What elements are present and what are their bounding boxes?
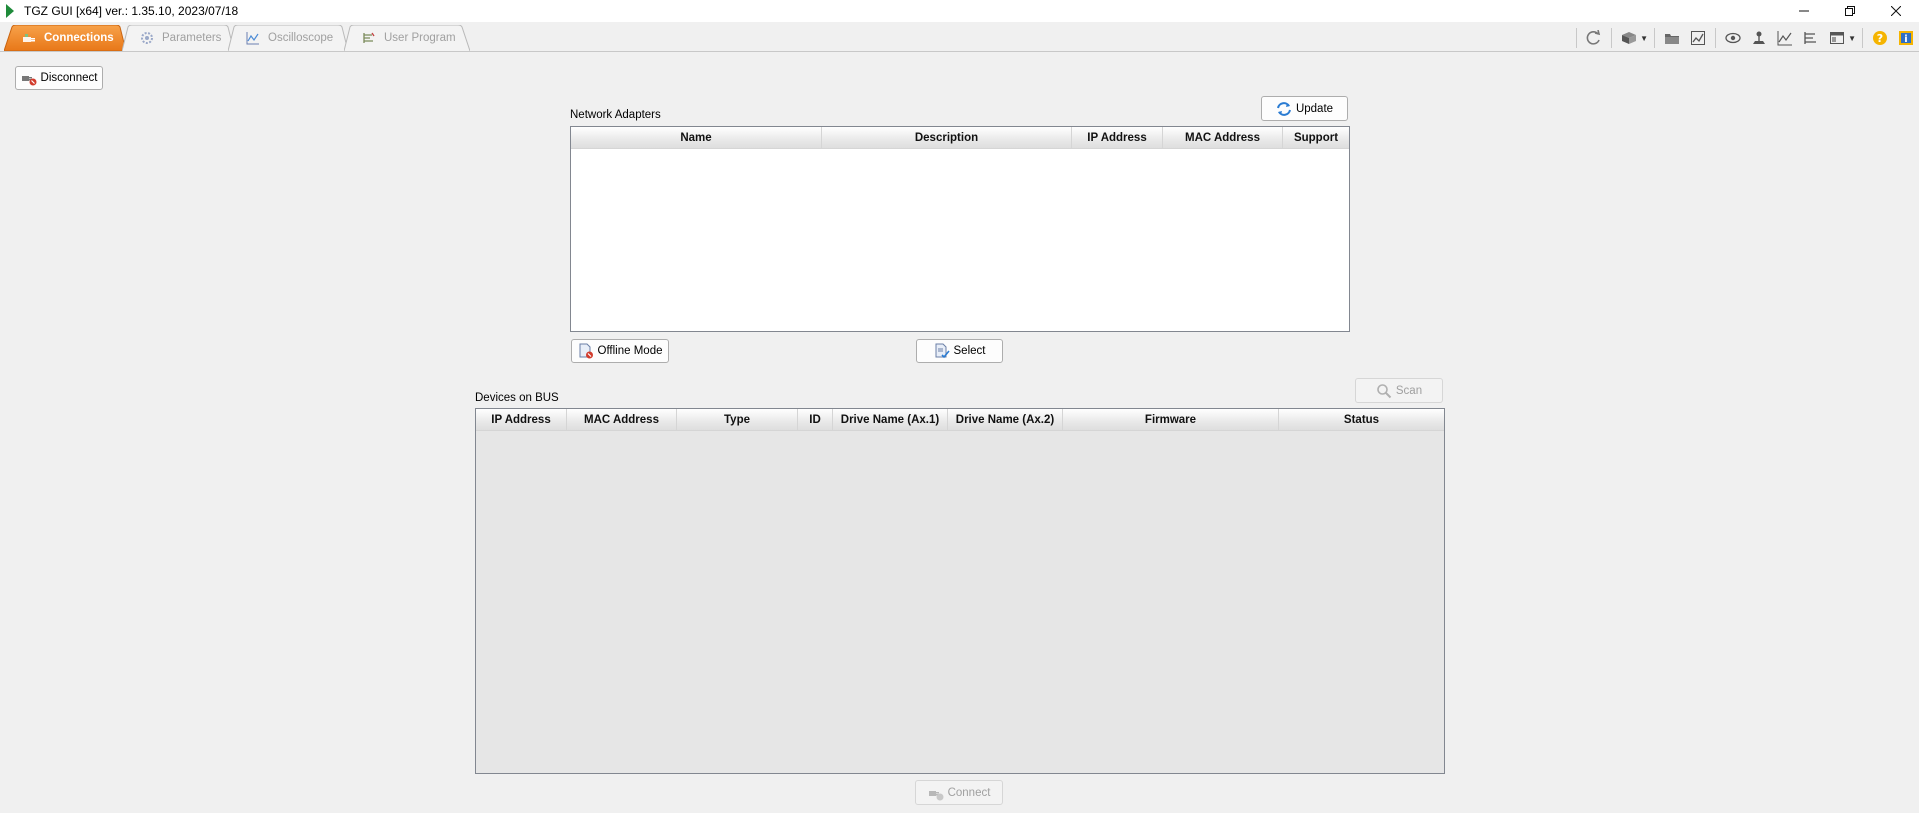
plug-disconnect-icon xyxy=(21,70,37,86)
close-icon[interactable] xyxy=(1873,0,1919,22)
list-chart-icon[interactable] xyxy=(1800,27,1822,49)
chevron-down-icon[interactable]: ▼ xyxy=(1848,34,1856,43)
offline-mode-label: Offline Mode xyxy=(597,345,663,357)
tab-oscilloscope[interactable]: Oscilloscope xyxy=(228,25,348,51)
document-offline-icon xyxy=(578,343,594,359)
search-icon xyxy=(1376,383,1392,399)
tab-label: User Program xyxy=(384,32,456,44)
plug-icon xyxy=(22,31,36,45)
document-check-icon xyxy=(934,343,950,359)
update-button[interactable]: Update xyxy=(1261,96,1348,121)
network-adapters-label: Network Adapters xyxy=(570,109,661,121)
devices-on-bus-label: Devices on BUS xyxy=(475,392,559,404)
refresh-icon[interactable] xyxy=(1583,27,1605,49)
refresh-icon xyxy=(1276,101,1292,117)
toolbar-separator xyxy=(1654,28,1656,48)
chart-icon xyxy=(246,31,260,45)
folder-icon[interactable] xyxy=(1661,27,1683,49)
offline-mode-button[interactable]: Offline Mode xyxy=(571,339,669,363)
select-label: Select xyxy=(953,345,986,357)
scan-button[interactable]: Scan xyxy=(1355,378,1443,403)
table-header: Name Description IP Address MAC Address … xyxy=(571,127,1349,149)
devices-on-bus-table[interactable]: IP Address MAC Address Type ID Drive Nam… xyxy=(475,408,1445,774)
plug-icon xyxy=(928,785,944,801)
tab-connections[interactable]: Connections xyxy=(4,25,126,51)
title-bar: TGZ GUI [x64] ver.: 1.35.10, 2023/07/18 xyxy=(0,0,1919,22)
toolbar-separator xyxy=(1611,28,1613,48)
column-header-status[interactable]: Status xyxy=(1279,409,1444,431)
column-header-drive-name-ax1[interactable]: Drive Name (Ax.1) xyxy=(833,409,948,431)
column-header-ip-address[interactable]: IP Address xyxy=(1072,127,1163,149)
tab-label: Parameters xyxy=(162,32,222,44)
eye-icon[interactable] xyxy=(1722,27,1744,49)
restore-icon[interactable] xyxy=(1827,0,1873,22)
column-header-id[interactable]: ID xyxy=(798,409,833,431)
toolbar: ▼ ▼ ? i xyxy=(1572,26,1919,50)
column-header-type[interactable]: Type xyxy=(677,409,798,431)
code-icon xyxy=(362,31,376,45)
svg-text:?: ? xyxy=(1877,32,1883,45)
table-header: IP Address MAC Address Type ID Drive Nam… xyxy=(476,409,1444,431)
chart-icon[interactable] xyxy=(1774,27,1796,49)
scan-label: Scan xyxy=(1395,384,1423,397)
toolbar-separator xyxy=(1715,28,1717,48)
connect-button[interactable]: Connect xyxy=(915,780,1003,805)
box-icon[interactable] xyxy=(1618,27,1640,49)
toolbar-separator xyxy=(1862,28,1863,48)
column-header-name[interactable]: Name xyxy=(571,127,822,149)
column-header-mac-address[interactable]: MAC Address xyxy=(567,409,677,431)
disconnect-label: Disconnect xyxy=(40,72,98,84)
update-label: Update xyxy=(1295,102,1334,115)
column-header-support[interactable]: Support xyxy=(1283,127,1349,149)
column-header-ip-address[interactable]: IP Address xyxy=(476,409,567,431)
gear-icon xyxy=(140,31,154,45)
toolbar-separator xyxy=(1576,28,1578,48)
tab-label: Oscilloscope xyxy=(268,32,334,44)
column-header-drive-name-ax2[interactable]: Drive Name (Ax.2) xyxy=(948,409,1063,431)
image-edit-icon[interactable] xyxy=(1687,27,1709,49)
network-adapters-table[interactable]: Name Description IP Address MAC Address … xyxy=(570,126,1350,332)
tab-parameters[interactable]: Parameters xyxy=(122,25,234,51)
window-controls xyxy=(1781,0,1919,22)
tab-user-program[interactable]: User Program xyxy=(344,25,470,51)
app-logo-icon xyxy=(6,4,16,18)
joystick-icon[interactable] xyxy=(1748,27,1770,49)
disconnect-button[interactable]: Disconnect xyxy=(15,66,103,90)
svg-text:i: i xyxy=(1904,34,1907,45)
window-title: TGZ GUI [x64] ver.: 1.35.10, 2023/07/18 xyxy=(24,4,239,18)
minimize-icon[interactable] xyxy=(1781,0,1827,22)
tab-label: Connections xyxy=(44,32,114,44)
window-icon[interactable] xyxy=(1826,27,1848,49)
select-button[interactable]: Select xyxy=(916,339,1003,363)
chevron-down-icon[interactable]: ▼ xyxy=(1640,34,1648,43)
info-icon[interactable]: i xyxy=(1895,27,1917,49)
help-icon[interactable]: ? xyxy=(1869,27,1891,49)
connect-label: Connect xyxy=(947,786,991,799)
column-header-firmware[interactable]: Firmware xyxy=(1063,409,1279,431)
column-header-mac-address[interactable]: MAC Address xyxy=(1163,127,1283,149)
column-header-description[interactable]: Description xyxy=(822,127,1072,149)
